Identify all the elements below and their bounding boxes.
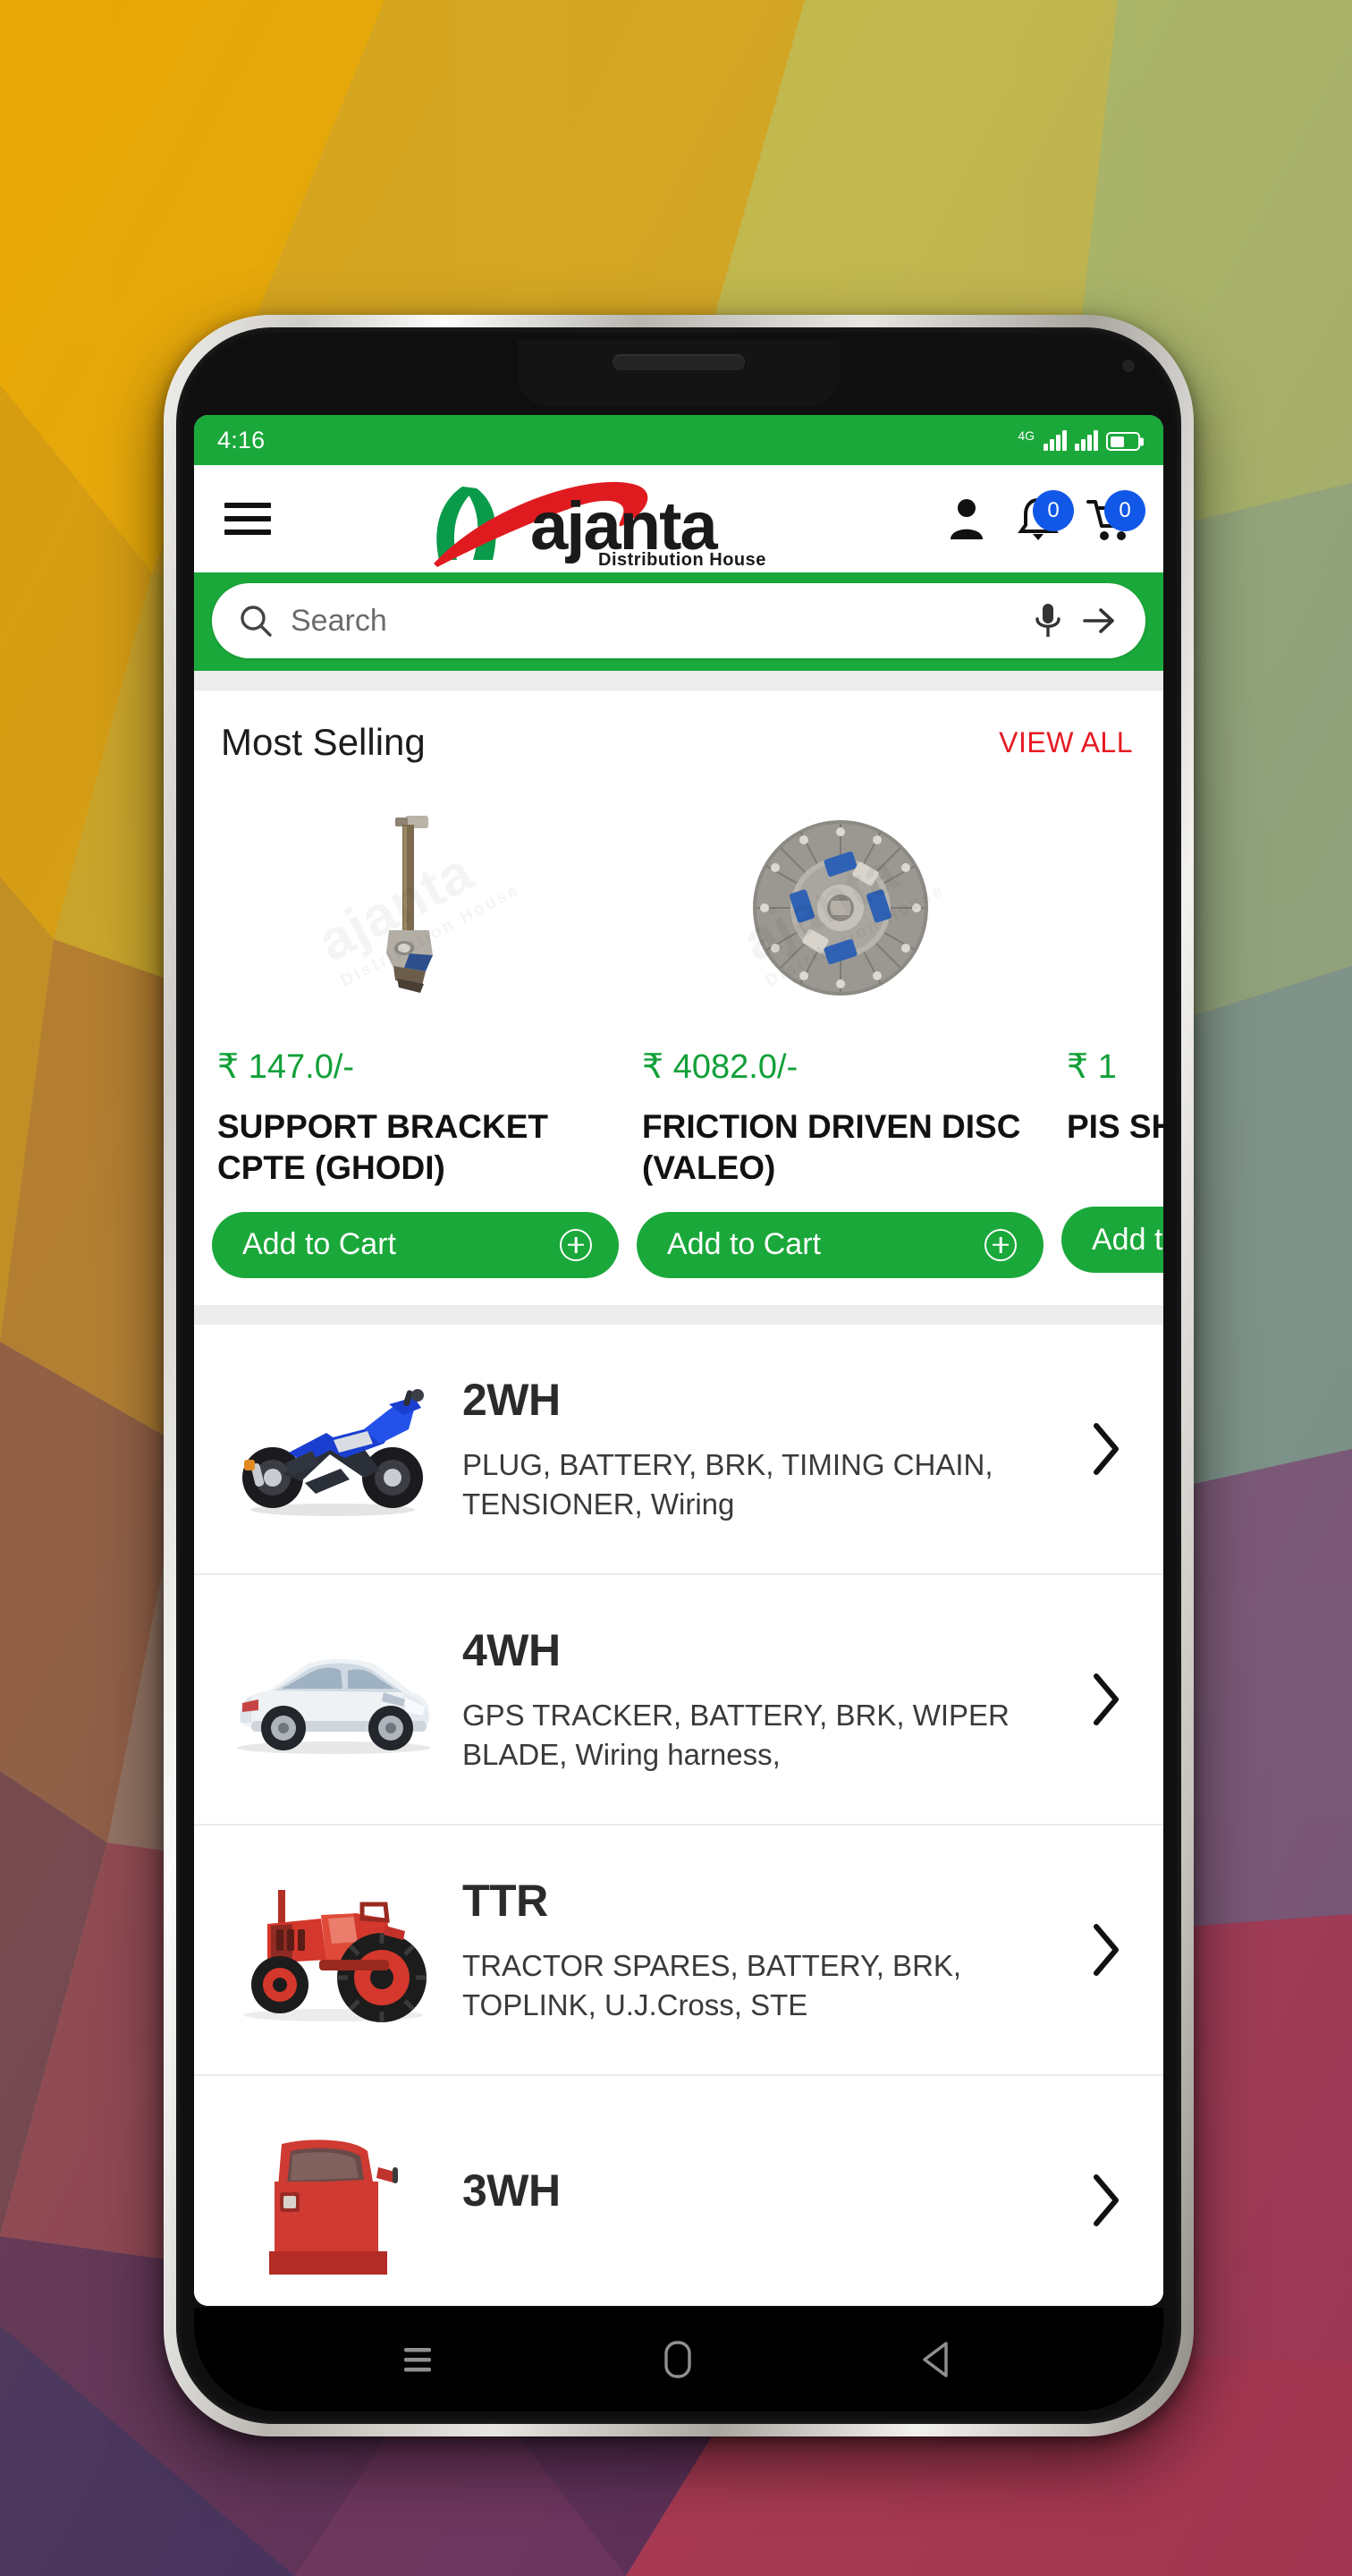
magnifier-icon: [241, 606, 272, 637]
cart-badge: 0: [1104, 490, 1145, 531]
plus-circle-icon: [984, 1228, 1017, 1261]
search-bar[interactable]: [212, 583, 1145, 658]
earpiece-speaker: [613, 354, 745, 370]
category-text: TTR TRACTOR SPARES, BATTERY, BRK, TOPLIN…: [452, 1875, 1067, 2025]
app-logo[interactable]: ajanta Distribution House: [287, 470, 927, 568]
category-title: 3WH: [462, 2165, 561, 2216]
ajanta-logo-icon: ajanta Distribution House: [434, 481, 766, 567]
phone-screen: 4:16 4G ajanta Distribution House 0 0 Se…: [194, 415, 1163, 2306]
chevron-right-icon[interactable]: [1074, 1420, 1137, 1478]
add-to-cart-label: Add to Cart: [667, 1227, 821, 1262]
category-row-4wh[interactable]: 4WH GPS TRACKER, BATTERY, BRK, WIPER BLA…: [194, 1574, 1163, 1826]
arrow-right-icon[interactable]: [1081, 603, 1119, 639]
product-card[interactable]: ₹ 1 PIS SHT Add to Cart: [1061, 787, 1163, 1278]
front-camera: [1122, 360, 1135, 372]
add-to-cart-button[interactable]: Add to Cart: [637, 1211, 1044, 1278]
phone-mockup: 4:16 4G ajanta Distribution House 0 0 Se…: [164, 315, 1194, 2436]
category-description: TRACTOR SPARES, BATTERY, BRK, TOPLINK, U…: [462, 1948, 962, 2021]
product-image: ajantaDistribution House: [637, 787, 1044, 1029]
product-name: FRICTION DRIVEN DISC (VALEO): [642, 1108, 1021, 1186]
chevron-right-icon[interactable]: [1074, 1921, 1137, 1979]
product-image: [1061, 787, 1163, 1029]
category-description: PLUG, BATTERY, BRK, TIMING CHAIN, TENSIO…: [462, 1447, 993, 1521]
category-text: 2WH PLUG, BATTERY, BRK, TIMING CHAIN, TE…: [452, 1374, 1067, 1524]
category-title: TTR: [462, 1875, 548, 1926]
category-title: 2WH: [462, 1374, 561, 1425]
spacer: [194, 1304, 1163, 1325]
category-row-3wh[interactable]: 3WH: [194, 2075, 1163, 2306]
app-header-actions: 0 0: [943, 490, 1145, 544]
product-price: ₹ 4082.0/-: [642, 1048, 799, 1086]
tractor-photo: [221, 1865, 444, 2035]
back-icon[interactable]: [919, 2339, 959, 2380]
notification-badge: 0: [1033, 490, 1074, 531]
category-row-2wh[interactable]: 2WH PLUG, BATTERY, BRK, TIMING CHAIN, TE…: [194, 1324, 1163, 1575]
search-section: [194, 572, 1163, 671]
plus-circle-icon: [560, 1228, 592, 1261]
chevron-right-icon[interactable]: [1074, 1671, 1137, 1728]
signal-bars-icon: [1044, 429, 1067, 451]
product-card[interactable]: ajantaDistribution House: [637, 787, 1044, 1278]
bell-icon[interactable]: 0: [1015, 490, 1074, 544]
microphone-icon[interactable]: [1033, 601, 1063, 640]
most-selling-card: Most Selling VIEW ALL ajantaDistribution…: [194, 691, 1163, 1305]
android-navigation-bar: [194, 2308, 1163, 2411]
category-text: 4WH GPS TRACKER, BATTERY, BRK, WIPER BLA…: [452, 1624, 1067, 1775]
page-scroll-area[interactable]: Most Selling VIEW ALL ajantaDistribution…: [194, 671, 1163, 2306]
recents-icon[interactable]: [399, 2341, 436, 2378]
product-price: ₹ 147.0/-: [217, 1048, 355, 1086]
add-to-cart-label: Add to Cart: [242, 1227, 396, 1262]
network-type-label: 4G: [1018, 428, 1035, 443]
chevron-right-icon[interactable]: [1074, 2172, 1137, 2229]
category-row-ttr[interactable]: TTR TRACTOR SPARES, BATTERY, BRK, TOPLIN…: [194, 1825, 1163, 2076]
view-all-link[interactable]: VIEW ALL: [999, 726, 1137, 759]
product-name: SUPPORT BRACKET CPTE (GHODI): [217, 1108, 549, 1186]
status-indicators: 4G: [1018, 429, 1140, 451]
product-price: ₹ 1: [1067, 1048, 1117, 1086]
product-image: ajantaDistribution House: [212, 787, 619, 1029]
category-description: GPS TRACKER, BATTERY, BRK, WIPER BLADE, …: [462, 1698, 1010, 1771]
hamburger-menu-icon[interactable]: [224, 503, 271, 535]
add-to-cart-label: Add to Cart: [1092, 1222, 1163, 1257]
category-text: 3WH: [452, 2165, 1067, 2236]
car-photo: [221, 1614, 444, 1784]
home-icon[interactable]: [660, 2338, 696, 2381]
shopping-cart-icon[interactable]: 0: [1086, 490, 1145, 544]
spacer: [194, 671, 1163, 691]
motorcycle-photo: [221, 1364, 444, 1534]
search-input[interactable]: [291, 603, 1015, 639]
app-header: ajanta Distribution House 0 0: [194, 465, 1163, 572]
add-to-cart-button[interactable]: Add to Cart: [1061, 1207, 1163, 1273]
battery-icon: [1106, 432, 1140, 451]
signal-bars-icon-2: [1075, 429, 1098, 451]
status-bar: 4:16 4G: [194, 415, 1163, 465]
add-to-cart-button[interactable]: Add to Cart: [212, 1211, 619, 1278]
most-selling-header: Most Selling VIEW ALL: [194, 691, 1163, 773]
person-icon[interactable]: [943, 494, 990, 544]
svg-text:Distribution House: Distribution House: [598, 550, 766, 567]
phone-body: 4:16 4G ajanta Distribution House 0 0 Se…: [176, 327, 1181, 2424]
status-time: 4:16: [217, 426, 266, 453]
phone-notch: [518, 340, 840, 406]
category-title: 4WH: [462, 1624, 561, 1675]
most-selling-product-rail[interactable]: ajantaDistribution House: [194, 773, 1163, 1305]
product-name: PIS SHT: [1067, 1108, 1163, 1145]
three-wheeler-photo: [221, 2115, 444, 2285]
section-title: Most Selling: [221, 721, 426, 763]
product-card[interactable]: ajantaDistribution House: [212, 787, 619, 1278]
